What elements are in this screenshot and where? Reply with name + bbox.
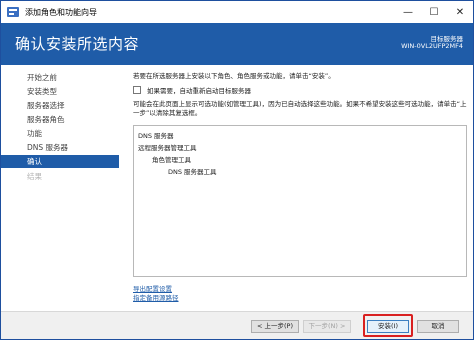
cancel-button[interactable]: 取消	[417, 320, 459, 333]
page-header: 确认安装所选内容 目标服务器 WIN-0VL2UFP2MF4	[1, 23, 473, 65]
list-item: 远程服务器管理工具	[138, 144, 197, 152]
install-highlight-box	[363, 314, 413, 337]
server-manager-icon	[7, 7, 19, 17]
nav-item-features[interactable]: 功能	[1, 127, 119, 140]
maximize-icon[interactable]: ☐	[421, 1, 447, 23]
wizard-window: 添加角色和功能向导 — ☐ ✕ 确认安装所选内容 目标服务器 WIN-0VL2U…	[0, 0, 474, 340]
intro-text: 若要在所选服务器上安装以下角色、角色服务或功能，请单击“安装”。	[133, 72, 335, 80]
window-title: 添加角色和功能向导	[25, 7, 97, 17]
title-bar: 添加角色和功能向导 — ☐ ✕	[1, 1, 473, 23]
nav-item-results: 结果	[27, 172, 42, 181]
target-server-name: WIN-0VL2UFP2MF4	[401, 42, 463, 50]
minimize-icon[interactable]: —	[395, 1, 421, 23]
page-title: 确认安装所选内容	[15, 35, 140, 53]
nav-item-before-you-begin[interactable]: 开始之前	[1, 71, 119, 84]
nav-item-server-roles[interactable]: 服务器角色	[1, 113, 119, 126]
list-item: DNS 服务器	[138, 132, 174, 140]
list-item: DNS 服务器工具	[168, 168, 217, 176]
nav-item-dns-server[interactable]: DNS 服务器	[1, 141, 119, 154]
nav-item-installation-type[interactable]: 安装类型	[1, 85, 119, 98]
content-pane: 若要在所选服务器上安装以下角色、角色服务或功能，请单击“安装”。 如果需要，自动…	[125, 65, 473, 311]
next-button: 下一步(N) >	[303, 320, 351, 333]
restart-checkbox[interactable]	[133, 86, 141, 94]
nav-item-server-selection[interactable]: 服务器选择	[1, 99, 119, 112]
alternate-source-link[interactable]: 指定备用源路径	[133, 292, 179, 302]
close-icon[interactable]: ✕	[447, 1, 473, 23]
wizard-nav: 开始之前 安装类型 服务器选择 服务器角色 功能 DNS 服务器 确认 结果	[1, 65, 125, 311]
restart-checkbox-label[interactable]: 如果需要，自动重新启动目标服务器	[147, 85, 251, 95]
optional-features-note: 可能会在此页面上显示可选功能(如管理工具)，因为已自动选择这些功能。如果不希望安…	[133, 100, 467, 117]
selected-features-list: DNS 服务器 远程服务器管理工具 角色管理工具 DNS 服务器工具	[133, 125, 467, 277]
nav-item-confirmation[interactable]: 确认	[1, 155, 119, 168]
list-item: 角色管理工具	[152, 156, 191, 164]
window-controls: — ☐ ✕	[395, 1, 473, 23]
previous-button[interactable]: < 上一步(P)	[251, 320, 299, 333]
